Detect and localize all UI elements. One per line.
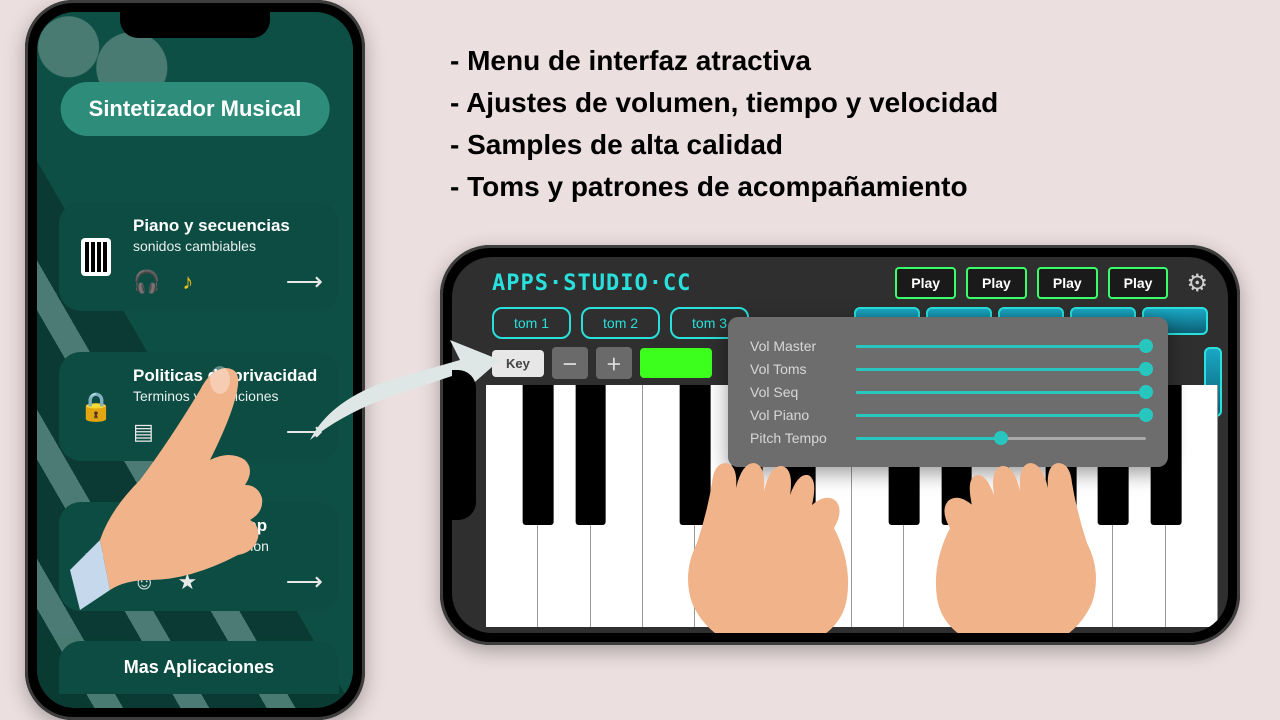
document-icon: ▤ [133, 419, 154, 445]
black-key[interactable] [523, 385, 554, 525]
phone-landscape-frame: APPS·STUDIO·CC Play Play Play Play ⚙ tom… [440, 245, 1240, 645]
card-title: Piano y secuencias [133, 216, 321, 236]
slider-vol-toms[interactable] [856, 368, 1146, 371]
gear-icon[interactable]: ⚙ [1186, 269, 1208, 298]
slider-pitch-tempo[interactable] [856, 437, 1146, 440]
black-key[interactable] [680, 385, 711, 525]
slider-label: Vol Piano [750, 407, 840, 423]
feature-item: - Samples de alta calidad [450, 124, 998, 166]
slider-row: Vol Master [750, 338, 1146, 354]
slider-label: Vol Seq [750, 384, 840, 400]
notch-icon [452, 370, 476, 520]
card-title: Politicas de privacidad [133, 366, 321, 386]
slider-label: Vol Toms [750, 361, 840, 377]
phone-portrait-frame: Sintetizador Musical Piano y secuencias … [25, 0, 365, 720]
arrow-right-icon: ⟶ [286, 566, 321, 597]
card-subtitle: sonidos cambiables [133, 238, 321, 254]
piano-icon [73, 234, 119, 280]
feature-list: - Menu de interfaz atractiva - Ajustes d… [450, 40, 998, 208]
play-button[interactable]: Play [895, 267, 956, 299]
app-title: Sintetizador Musical [61, 82, 330, 136]
notch-icon [120, 12, 270, 38]
black-key[interactable] [575, 385, 606, 525]
slider-label: Pitch Tempo [750, 430, 840, 446]
headphones-icon: 🎧 [133, 269, 160, 295]
more-apps-button[interactable]: Mas Aplicaciones [59, 641, 339, 694]
tom-button[interactable]: tom 2 [581, 307, 660, 339]
octave-down-button[interactable]: － [552, 347, 588, 379]
settings-panel: Vol Master Vol Toms Vol Seq Vol Piano Pi… [728, 317, 1168, 467]
play-button[interactable]: Play [966, 267, 1027, 299]
lock-icon: 🔒 [73, 384, 119, 430]
slider-row: Pitch Tempo [750, 430, 1146, 446]
feature-item: - Menu de interfaz atractiva [450, 40, 998, 82]
card-subtitle: Valora esta aplicacion [133, 538, 321, 554]
slider-row: Vol Toms [750, 361, 1146, 377]
play-button[interactable]: Play [1037, 267, 1098, 299]
arrow-right-icon: ⟶ [286, 416, 321, 447]
menu-card-privacy[interactable]: 🔒 Politicas de privacidad Terminos y con… [59, 352, 339, 461]
slider-label: Vol Master [750, 338, 840, 354]
rate-icon: ★ [73, 534, 119, 580]
card-title: Califica esta app [133, 516, 321, 536]
arrow-right-icon: ⟶ [286, 266, 321, 297]
slider-row: Vol Seq [750, 384, 1146, 400]
star-icon: ★ [177, 569, 197, 595]
slider-vol-piano[interactable] [856, 414, 1146, 417]
smile-icon: ☺ [133, 569, 155, 595]
card-subtitle: Terminos y condiciones [133, 388, 321, 404]
menu-card-rate[interactable]: ★ Califica esta app Valora esta aplicaci… [59, 502, 339, 611]
octave-up-button[interactable]: ＋ [596, 347, 632, 379]
slider-row: Vol Piano [750, 407, 1146, 423]
feature-item: - Ajustes de volumen, tiempo y velocidad [450, 82, 998, 124]
play-button[interactable]: Play [1108, 267, 1169, 299]
key-button[interactable]: Key [492, 350, 544, 377]
phone-portrait-screen: Sintetizador Musical Piano y secuencias … [37, 12, 353, 708]
music-note-icon: ♪ [182, 269, 193, 295]
record-indicator[interactable] [640, 348, 712, 378]
slider-vol-seq[interactable] [856, 391, 1146, 394]
phone-landscape-screen: APPS·STUDIO·CC Play Play Play Play ⚙ tom… [452, 257, 1228, 633]
slider-vol-master[interactable] [856, 345, 1146, 348]
tom-button[interactable]: tom 1 [492, 307, 571, 339]
menu-card-piano[interactable]: Piano y secuencias sonidos cambiables 🎧 … [59, 202, 339, 311]
feature-item: - Toms y patrones de acompañamiento [450, 166, 998, 208]
app-logo: APPS·STUDIO·CC [492, 271, 691, 296]
